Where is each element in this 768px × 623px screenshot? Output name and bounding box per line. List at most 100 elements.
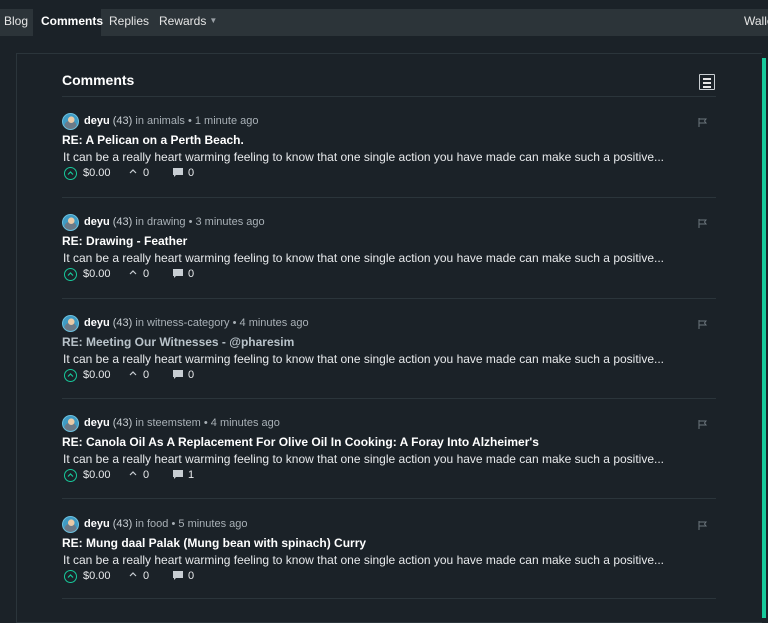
author-name[interactable]: deyu: [84, 417, 110, 429]
comment-excerpt[interactable]: It can be a really heart warming feeling…: [63, 150, 664, 164]
avatar[interactable]: [62, 214, 79, 231]
reputation: (43): [112, 115, 133, 127]
payout-value[interactable]: $0.00: [83, 469, 111, 481]
chevron-up-icon[interactable]: [129, 269, 137, 275]
in-label: in: [135, 417, 144, 429]
comment-title[interactable]: RE: Meeting Our Witnesses - @pharesim: [62, 335, 294, 349]
avatar[interactable]: [62, 516, 79, 533]
payout-value[interactable]: $0.00: [83, 268, 111, 280]
item-divider: [62, 197, 716, 198]
comment-excerpt[interactable]: It can be a really heart warming feeling…: [63, 553, 664, 567]
comment-meta: deyu (43) in animals • 1 minute ago: [84, 115, 259, 127]
tab-rewards[interactable]: Rewards ▼: [159, 9, 217, 36]
tab-blog[interactable]: Blog: [4, 9, 28, 36]
flag-icon[interactable]: [698, 521, 707, 530]
flag-icon[interactable]: [698, 320, 707, 329]
replies-count[interactable]: 0: [188, 369, 194, 381]
author-name[interactable]: deyu: [84, 216, 110, 228]
votes-count[interactable]: 0: [143, 369, 149, 381]
avatar[interactable]: [62, 315, 79, 332]
replies-count[interactable]: 0: [188, 268, 194, 280]
flag-icon[interactable]: [698, 118, 707, 127]
category-link[interactable]: witness-category: [147, 317, 230, 329]
chevron-up-icon[interactable]: [129, 370, 137, 376]
votes-count[interactable]: 0: [143, 167, 149, 179]
tab-blog-label: Blog: [4, 14, 29, 28]
payout-value[interactable]: $0.00: [83, 167, 111, 179]
tab-wallet-label: Walle: [744, 14, 768, 28]
in-label: in: [135, 518, 144, 530]
tab-comments-label: Comments: [41, 14, 104, 28]
avatar[interactable]: [62, 113, 79, 130]
chevron-up-icon[interactable]: [129, 571, 137, 577]
timestamp[interactable]: 3 minutes ago: [196, 216, 265, 228]
chevron-up-icon[interactable]: [129, 470, 137, 476]
comment-title[interactable]: RE: A Pelican on a Perth Beach.: [62, 133, 244, 147]
tab-replies-label: Replies: [109, 14, 150, 28]
comment-bubble-icon[interactable]: [172, 167, 184, 178]
votes-count[interactable]: 0: [143, 469, 149, 481]
comment-item: deyu (43) in drawing • 3 minutes ago RE:…: [62, 214, 716, 314]
payout-value[interactable]: $0.00: [83, 369, 111, 381]
votes-count[interactable]: 0: [143, 268, 149, 280]
header-divider: [62, 96, 716, 97]
category-link[interactable]: animals: [147, 115, 185, 127]
payout-value[interactable]: $0.00: [83, 570, 111, 582]
top-strip: [0, 0, 768, 9]
comment-bubble-icon[interactable]: [172, 268, 184, 279]
tab-rewards-label: Rewards: [159, 14, 207, 28]
category-link[interactable]: food: [147, 518, 168, 530]
comment-title[interactable]: RE: Canola Oil As A Replacement For Oliv…: [62, 435, 539, 449]
votes-count[interactable]: 0: [143, 570, 149, 582]
upvote-icon[interactable]: [64, 570, 77, 583]
timestamp[interactable]: 4 minutes ago: [211, 417, 280, 429]
comment-bubble-icon[interactable]: [172, 570, 184, 581]
list-view-toggle-icon[interactable]: [699, 74, 715, 90]
upvote-icon[interactable]: [64, 469, 77, 482]
upvote-icon[interactable]: [64, 268, 77, 281]
flag-icon[interactable]: [698, 219, 707, 228]
replies-count[interactable]: 1: [188, 469, 194, 481]
comment-excerpt[interactable]: It can be a really heart warming feeling…: [63, 251, 664, 265]
author-name[interactable]: deyu: [84, 317, 110, 329]
timestamp[interactable]: 1 minute ago: [195, 115, 259, 127]
replies-count[interactable]: 0: [188, 167, 194, 179]
upvote-icon[interactable]: [64, 167, 77, 180]
scroll-accent-bar[interactable]: [762, 58, 766, 618]
tab-replies[interactable]: Replies: [109, 9, 149, 36]
avatar[interactable]: [62, 415, 79, 432]
chevron-down-icon: ▼: [209, 16, 218, 25]
page-title: Comments: [62, 72, 135, 88]
flag-icon[interactable]: [698, 420, 707, 429]
category-link[interactable]: steemstem: [147, 417, 201, 429]
in-label: in: [135, 115, 144, 127]
comment-meta: deyu (43) in food • 5 minutes ago: [84, 518, 248, 530]
reputation: (43): [112, 518, 133, 530]
comment-item: deyu (43) in animals • 1 minute ago RE: …: [62, 113, 716, 213]
item-divider: [62, 498, 716, 499]
comment-excerpt[interactable]: It can be a really heart warming feeling…: [63, 352, 664, 366]
comment-title[interactable]: RE: Mung daal Palak (Mung bean with spin…: [62, 536, 366, 550]
tab-wallet[interactable]: Walle: [744, 9, 768, 33]
comment-bubble-icon[interactable]: [172, 369, 184, 380]
reputation: (43): [112, 216, 133, 228]
tab-comments[interactable]: Comments: [33, 9, 104, 36]
timestamp[interactable]: 4 minutes ago: [240, 317, 309, 329]
comment-item: deyu (43) in steemstem • 4 minutes ago R…: [62, 415, 716, 515]
upvote-icon[interactable]: [64, 369, 77, 382]
timestamp[interactable]: 5 minutes ago: [178, 518, 247, 530]
item-divider: [62, 298, 716, 299]
in-label: in: [135, 317, 144, 329]
item-divider: [62, 398, 716, 399]
comment-excerpt[interactable]: It can be a really heart warming feeling…: [63, 452, 664, 466]
comment-bubble-icon[interactable]: [172, 469, 184, 480]
author-name[interactable]: deyu: [84, 115, 110, 127]
comment-title[interactable]: RE: Drawing - Feather: [62, 234, 187, 248]
replies-count[interactable]: 0: [188, 570, 194, 582]
reputation: (43): [112, 317, 133, 329]
chevron-up-icon[interactable]: [129, 168, 137, 174]
profile-tabs-bar: Blog Comments Replies Rewards▼ Walle: [0, 9, 768, 36]
category-link[interactable]: drawing: [147, 216, 186, 228]
item-divider: [62, 598, 716, 599]
author-name[interactable]: deyu: [84, 518, 110, 530]
